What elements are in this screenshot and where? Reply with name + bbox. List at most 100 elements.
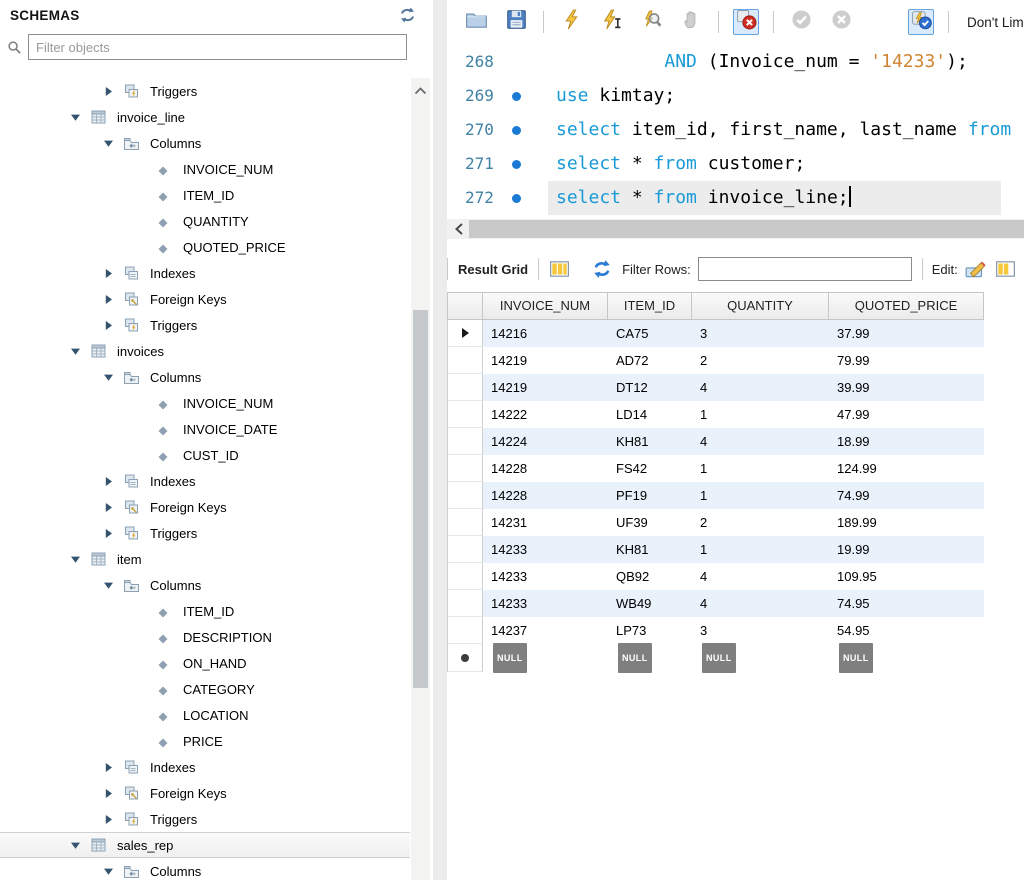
column-header-quantity[interactable]: QUANTITY — [692, 292, 829, 320]
grid-cell[interactable]: WB49 — [608, 590, 692, 617]
grid-cell[interactable]: NULL — [483, 643, 608, 673]
grid-cell[interactable]: 54.95 — [829, 617, 984, 644]
grid-cell[interactable]: 14237 — [483, 617, 608, 644]
chevron-right-icon[interactable] — [103, 476, 114, 487]
grid-row[interactable]: 14224KH81418.99 — [447, 428, 983, 455]
grid-row[interactable]: 14228PF19174.99 — [447, 482, 983, 509]
tree-item-foreign-keys[interactable]: Foreign Keys — [0, 494, 410, 520]
row-selector[interactable] — [447, 401, 483, 428]
tree-item-indexes[interactable]: Indexes — [0, 754, 410, 780]
grid-cell[interactable]: 37.99 — [829, 320, 984, 347]
tree-item-invoices[interactable]: invoices — [0, 338, 410, 364]
tree-item-columns[interactable]: Columns — [0, 130, 410, 156]
tree-item-triggers[interactable]: Triggers — [0, 78, 410, 104]
row-selector[interactable] — [447, 509, 483, 536]
tree-item-on-hand[interactable]: ON_HAND — [0, 650, 410, 676]
grid-cell[interactable]: 14224 — [483, 428, 608, 455]
tree-item-columns[interactable]: Columns — [0, 858, 410, 884]
tree-item-quantity[interactable]: QUANTITY — [0, 208, 410, 234]
row-selector[interactable] — [447, 320, 483, 347]
grid-cell[interactable]: DT12 — [608, 374, 692, 401]
grid-cell[interactable]: 1 — [692, 482, 829, 509]
chevron-down-icon[interactable] — [70, 554, 81, 565]
scroll-left-icon[interactable] — [449, 219, 468, 239]
row-selector[interactable] — [447, 347, 483, 374]
tree-item-triggers[interactable]: Triggers — [0, 520, 410, 546]
grid-cell[interactable]: 14216 — [483, 320, 608, 347]
column-header-item_id[interactable]: ITEM_ID — [608, 292, 692, 320]
stop-on-error-toggle[interactable] — [733, 9, 759, 35]
grid-cell[interactable]: 4 — [692, 590, 829, 617]
grid-cell[interactable]: NULL — [692, 643, 829, 673]
chevron-down-icon[interactable] — [70, 840, 81, 851]
open-script-button[interactable] — [463, 9, 489, 35]
stop-execution-button[interactable] — [678, 9, 704, 35]
tree-item-price[interactable]: PRICE — [0, 728, 410, 754]
grid-cell[interactable]: 39.99 — [829, 374, 984, 401]
chevron-down-icon[interactable] — [103, 138, 114, 149]
filter-objects-input[interactable] — [28, 34, 407, 60]
chevron-right-icon[interactable] — [103, 268, 114, 279]
grid-cell[interactable]: 3 — [692, 617, 829, 644]
grid-cell[interactable]: 2 — [692, 509, 829, 536]
grid-cell[interactable]: 47.99 — [829, 401, 984, 428]
explain-button[interactable] — [638, 9, 664, 35]
grid-cell[interactable]: 14219 — [483, 347, 608, 374]
column-header-invoice_num[interactable]: INVOICE_NUM — [483, 292, 608, 320]
grid-row[interactable]: 14219AD72279.99 — [447, 347, 983, 374]
tree-item-indexes[interactable]: Indexes — [0, 468, 410, 494]
row-selector-header[interactable] — [447, 292, 483, 320]
grid-cell[interactable]: 3 — [692, 320, 829, 347]
grid-cell[interactable]: 14228 — [483, 455, 608, 482]
tree-item-indexes[interactable]: Indexes — [0, 260, 410, 286]
chevron-down-icon[interactable] — [70, 346, 81, 357]
panel-splitter[interactable] — [433, 0, 447, 880]
grid-cell[interactable]: 109.95 — [829, 563, 984, 590]
row-selector[interactable] — [447, 563, 483, 590]
execute-button[interactable] — [558, 9, 584, 35]
grid-cell[interactable]: 4 — [692, 428, 829, 455]
row-selector[interactable] — [447, 374, 483, 401]
grid-cell[interactable]: 1 — [692, 455, 829, 482]
column-header-quoted_price[interactable]: QUOTED_PRICE — [829, 292, 984, 320]
limit-wizard-toggle[interactable] — [908, 9, 934, 35]
save-script-button[interactable] — [503, 9, 529, 35]
row-selector[interactable] — [447, 455, 483, 482]
code-line-268[interactable]: 268 AND (Invoice_num = '14233'); — [447, 45, 1024, 79]
tree-item-item-id[interactable]: ITEM_ID — [0, 598, 410, 624]
grid-cell[interactable]: AD72 — [608, 347, 692, 374]
grid-cell[interactable]: 4 — [692, 563, 829, 590]
edit-pencil-icon[interactable] — [965, 259, 987, 279]
tree-item-columns[interactable]: Columns — [0, 364, 410, 390]
filter-rows-input[interactable] — [698, 257, 912, 281]
new-row-placeholder[interactable]: NULLNULLNULLNULL — [447, 644, 983, 672]
grid-cell[interactable]: LP73 — [608, 617, 692, 644]
editor-scrollbar-thumb[interactable] — [469, 220, 1024, 238]
refresh-schemas-icon[interactable] — [398, 7, 418, 24]
chevron-right-icon[interactable] — [103, 294, 114, 305]
row-selector[interactable] — [447, 590, 483, 617]
refresh-results-icon[interactable] — [592, 260, 612, 278]
grid-cell[interactable]: UF39 — [608, 509, 692, 536]
code-line-269[interactable]: 269use kimtay; — [447, 79, 1024, 113]
grid-row[interactable]: 14233WB49474.95 — [447, 590, 983, 617]
editor-horizontal-scrollbar[interactable] — [447, 219, 1024, 239]
grid-cell[interactable]: 14222 — [483, 401, 608, 428]
grid-cell[interactable]: 1 — [692, 536, 829, 563]
commit-button[interactable] — [788, 9, 814, 35]
export-grid-icon[interactable] — [995, 259, 1016, 279]
grid-row[interactable]: 14237LP73354.95 — [447, 617, 983, 644]
tree-item-columns[interactable]: Columns — [0, 572, 410, 598]
chevron-right-icon[interactable] — [103, 814, 114, 825]
tree-item-foreign-keys[interactable]: Foreign Keys — [0, 286, 410, 312]
grid-cell[interactable]: 74.95 — [829, 590, 984, 617]
grid-row[interactable]: 14228FS421124.99 — [447, 455, 983, 482]
chevron-down-icon[interactable] — [70, 112, 81, 123]
chevron-right-icon[interactable] — [103, 528, 114, 539]
tree-item-invoice-num[interactable]: INVOICE_NUM — [0, 156, 410, 182]
tree-item-item[interactable]: item — [0, 546, 410, 572]
grid-cell[interactable]: 14233 — [483, 563, 608, 590]
tree-item-quoted-price[interactable]: QUOTED_PRICE — [0, 234, 410, 260]
tree-item-cust-id[interactable]: CUST_ID — [0, 442, 410, 468]
grid-cell[interactable]: 14228 — [483, 482, 608, 509]
